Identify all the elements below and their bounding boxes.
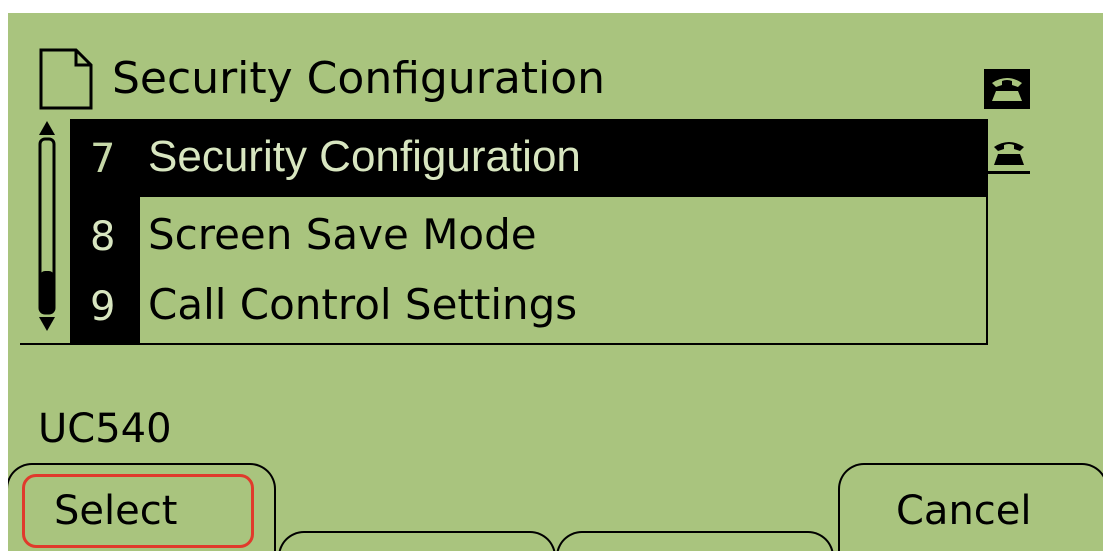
menu-scrollbar[interactable] [32, 121, 62, 331]
menu-item-label: Screen Save Mode [148, 210, 537, 259]
cancel-button[interactable]: Cancel [896, 487, 1032, 535]
phone-line-icon [984, 69, 1030, 109]
menu-item-number: 8 [90, 214, 116, 260]
menu-item-security-configuration[interactable]: 7 Security Configuration [70, 121, 986, 197]
menu-item-label: Call Control Settings [148, 280, 578, 329]
scroll-up-icon [39, 121, 55, 135]
menu-list: 7 Security Configuration 8 Screen Save M… [70, 119, 988, 345]
select-button[interactable]: Select [54, 487, 177, 535]
softkey-empty-2[interactable] [278, 531, 556, 551]
scroll-down-icon [39, 317, 55, 331]
phone-line-icon [988, 142, 1030, 174]
menu-item-number: 7 [90, 136, 116, 182]
menu-item-label: Security Configuration [148, 132, 581, 181]
divider [20, 343, 72, 345]
phone-screen: Security Configuration 7 Security Config… [8, 13, 1103, 551]
model-label: UC540 [38, 406, 172, 452]
page-title: Security Configuration [112, 53, 606, 104]
document-icon [39, 48, 93, 110]
menu-item-call-control-settings[interactable]: 9 Call Control Settings [70, 269, 986, 345]
menu-item-screen-save-mode[interactable]: 8 Screen Save Mode [70, 199, 986, 275]
menu-item-number: 9 [90, 284, 116, 330]
softkey-empty-3[interactable] [556, 531, 834, 551]
